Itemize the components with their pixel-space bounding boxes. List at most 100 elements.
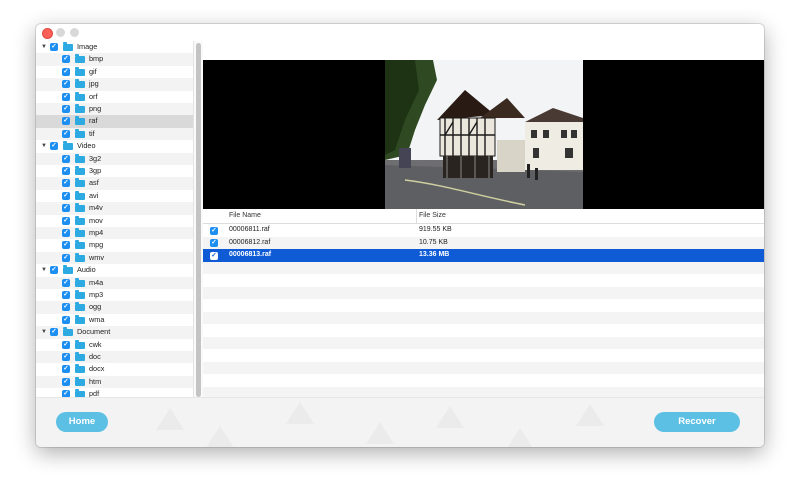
tree-scrollbar-thumb[interactable]	[196, 43, 201, 397]
checkbox[interactable]: ✓	[50, 328, 58, 337]
file-row[interactable]: ✓ 00006813.raf 13.36 MB	[203, 249, 764, 262]
zoom-window-button[interactable]	[70, 28, 79, 37]
tree-item-label: orf	[89, 91, 98, 101]
checkbox[interactable]: ✓	[62, 253, 70, 262]
tree-item-row[interactable]: ✓ tif	[36, 127, 193, 141]
tree-scrollbar[interactable]	[193, 41, 203, 397]
checkbox[interactable]: ✓	[62, 229, 70, 237]
tree-item-row[interactable]: ✓ cwk	[36, 339, 193, 351]
checkbox[interactable]: ✓	[62, 365, 70, 374]
checkbox[interactable]: ✓	[62, 291, 70, 299]
tree-item-label: mov	[89, 215, 103, 225]
checkbox[interactable]: ✓	[62, 80, 70, 89]
disclosure-triangle-icon[interactable]: ▼	[40, 264, 48, 276]
file-type-tree: ▼ ✓ Image ✓ bmp ✓ gif ✓ jpg ✓ orf ✓ png ✓ raf ✓ tif ▼ ✓ Vid…	[36, 41, 202, 397]
checkbox[interactable]: ✓	[62, 241, 70, 250]
checkbox[interactable]: ✓	[62, 55, 70, 64]
file-list: File Name File Size ✓ 00006811.raf 919.55 …	[203, 209, 764, 399]
tree-group-row[interactable]: ▼ ✓ Audio	[36, 264, 193, 276]
tree-item-row[interactable]: ✓ bmp	[36, 53, 193, 66]
close-window-button[interactable]	[42, 28, 53, 39]
checkbox[interactable]: ✓	[62, 390, 70, 397]
tree-item-label: m4v	[89, 203, 103, 213]
checkbox[interactable]: ✓	[62, 167, 70, 175]
disclosure-triangle-icon[interactable]: ▼	[40, 140, 48, 152]
checkbox[interactable]: ✓	[50, 43, 58, 51]
tree-item-row[interactable]: ✓ wma	[36, 314, 193, 326]
recover-button[interactable]: Recover	[654, 412, 740, 432]
tree-item-row[interactable]: ✓ raf	[36, 115, 193, 128]
folder-icon	[75, 314, 85, 324]
tree-item-row[interactable]: ✓ gif	[36, 66, 193, 78]
tree-item-row[interactable]: ✓ m4v	[36, 202, 193, 215]
tree-item-row[interactable]: ✓ orf	[36, 91, 193, 103]
tree-group-row[interactable]: ▼ ✓ Image	[36, 41, 193, 53]
tree-item-row[interactable]: ✓ docx	[36, 363, 193, 375]
checkbox[interactable]: ✓	[62, 303, 70, 312]
folder-icon	[75, 54, 85, 64]
empty-row	[203, 261, 764, 274]
tree-group-row[interactable]: ▼ ✓ Video	[36, 140, 193, 152]
column-header-file-size[interactable]: File Size	[419, 212, 446, 219]
folder-icon	[75, 252, 85, 262]
home-button[interactable]: Home	[56, 412, 108, 432]
file-checkbox[interactable]: ✓	[210, 226, 218, 235]
tree-item-label: Document	[77, 327, 111, 337]
tree-item-row[interactable]: ✓ pdf	[36, 388, 193, 397]
tree-item-row[interactable]: ✓ 3gp	[36, 165, 193, 177]
tree-item-label: htm	[89, 376, 102, 386]
disclosure-triangle-icon[interactable]: ▼	[40, 41, 48, 53]
checkbox[interactable]: ✓	[62, 191, 70, 200]
tree-item-row[interactable]: ✓ doc	[36, 351, 193, 364]
tree-item-row[interactable]: ✓ mov	[36, 215, 193, 227]
file-list-header: File Name File Size	[203, 209, 764, 224]
tree-item-row[interactable]: ✓ mpg	[36, 239, 193, 251]
tree-item-row[interactable]: ✓ png	[36, 103, 193, 116]
folder-icon	[75, 302, 85, 312]
tree-item-label: wma	[89, 314, 105, 324]
column-header-file-name[interactable]: File Name	[229, 212, 261, 219]
tree-item-row[interactable]: ✓ htm	[36, 375, 193, 389]
checkbox[interactable]: ✓	[62, 179, 70, 188]
tree-item-row[interactable]: ✓ 3g2	[36, 152, 193, 165]
tree-item-label: m4a	[89, 277, 104, 287]
file-size: 10.75 KB	[419, 238, 448, 246]
file-row[interactable]: ✓ 00006812.raf 10.75 KB	[203, 236, 764, 249]
tree-item-row[interactable]: ✓ m4a	[36, 276, 193, 289]
checkbox[interactable]: ✓	[62, 353, 70, 361]
tree-item-label: gif	[89, 66, 97, 76]
checkbox[interactable]: ✓	[62, 92, 70, 101]
checkbox[interactable]: ✓	[62, 129, 70, 138]
tree-item-row[interactable]: ✓ avi	[36, 190, 193, 202]
tree-item-row[interactable]: ✓ jpg	[36, 78, 193, 91]
disclosure-triangle-icon[interactable]: ▼	[40, 326, 48, 338]
checkbox[interactable]: ✓	[62, 154, 70, 163]
checkbox[interactable]: ✓	[62, 117, 70, 126]
file-checkbox[interactable]: ✓	[210, 239, 218, 247]
tree-item-row[interactable]: ✓ mp4	[36, 227, 193, 240]
checkbox[interactable]: ✓	[62, 377, 70, 386]
checkbox[interactable]: ✓	[62, 67, 70, 76]
tree-item-label: Video	[77, 141, 96, 151]
checkbox[interactable]: ✓	[50, 142, 58, 151]
file-name: 00006813.raf	[229, 251, 272, 258]
file-checkbox[interactable]: ✓	[210, 251, 218, 260]
checkbox[interactable]: ✓	[62, 315, 70, 324]
minimize-window-button[interactable]	[56, 28, 65, 37]
checkbox[interactable]: ✓	[62, 340, 70, 349]
checkbox[interactable]: ✓	[62, 216, 70, 225]
tree-item-label: Audio	[77, 265, 96, 275]
tree-item-row[interactable]: ✓ mp3	[36, 289, 193, 301]
folder-icon	[75, 79, 85, 89]
checkbox[interactable]: ✓	[50, 266, 58, 275]
folder-icon	[75, 240, 85, 250]
file-row[interactable]: ✓ 00006811.raf 919.55 KB	[203, 224, 764, 237]
checkbox[interactable]: ✓	[62, 105, 70, 113]
checkbox[interactable]: ✓	[62, 278, 70, 287]
folder-icon	[75, 277, 85, 287]
tree-item-row[interactable]: ✓ asf	[36, 177, 193, 190]
tree-item-row[interactable]: ✓ ogg	[36, 301, 193, 314]
checkbox[interactable]: ✓	[62, 204, 70, 213]
tree-item-row[interactable]: ✓ wmv	[36, 251, 193, 265]
tree-group-row[interactable]: ▼ ✓ Document	[36, 326, 193, 339]
